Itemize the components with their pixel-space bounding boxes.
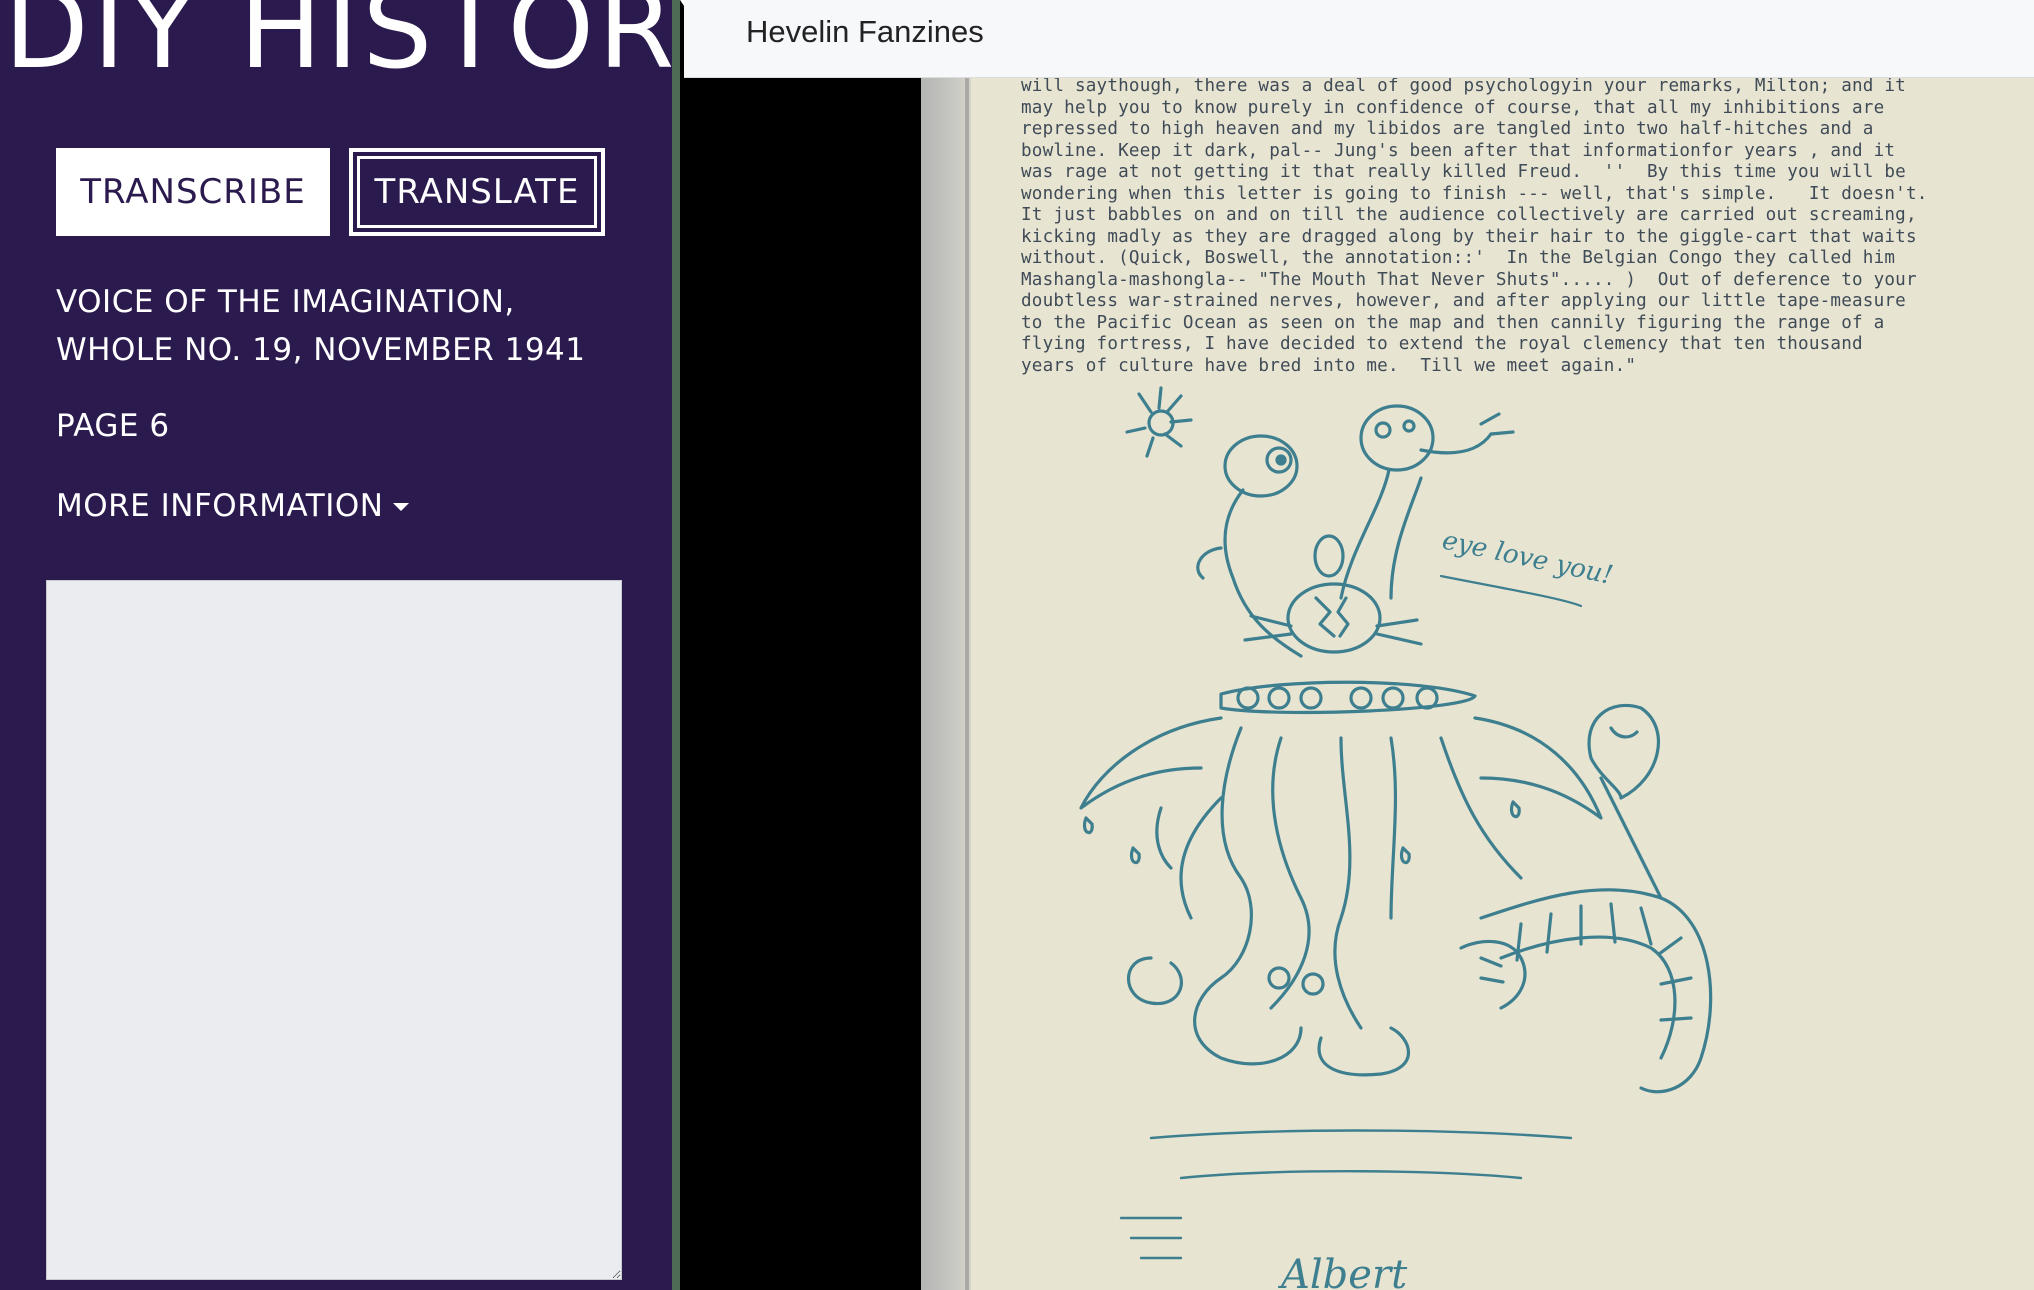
signature: Albert — [1277, 1252, 1408, 1290]
sidebar: DIY HISTORY TRANSCRIBE TRANSLATE VOICE O… — [0, 0, 739, 1290]
image-viewer[interactable]: will saythough, there was a deal of good… — [684, 78, 2034, 1290]
splash-mark — [1125, 386, 1193, 458]
ground-lines — [1119, 1129, 1573, 1260]
caption-underline — [1439, 574, 1583, 608]
collection-title[interactable]: Hevelin Fanzines — [746, 14, 984, 50]
eye-band — [1219, 680, 1477, 715]
caret-down-icon — [393, 503, 410, 511]
gesture-hand — [1459, 939, 1527, 1010]
more-information-dropdown[interactable]: MORE INFORMATION — [56, 488, 410, 524]
more-information-label: MORE INFORMATION — [56, 488, 384, 524]
site-logo[interactable]: DIY HISTORY — [4, 0, 743, 84]
translate-button[interactable]: TRANSLATE — [349, 148, 605, 236]
drips — [1083, 800, 1521, 865]
right-eye-creature — [1339, 404, 1515, 600]
transcribe-button[interactable]: TRANSCRIBE — [56, 148, 330, 236]
transcription-textarea[interactable] — [46, 580, 622, 1280]
cartoon-drawing: eye love you! Albert — [1079, 386, 1713, 1290]
page-number: PAGE 6 — [56, 408, 170, 444]
creature-feet — [1127, 956, 1411, 1077]
creature-tail — [1479, 703, 1713, 1094]
top-bar: Hevelin Fanzines — [684, 0, 2034, 78]
document-title: VOICE OF THE IMAGINATION, WHOLE NO. 19, … — [56, 284, 586, 368]
document-page-image[interactable]: will saythough, there was a deal of good… — [921, 78, 2034, 1290]
sidebar-divider[interactable] — [672, 0, 680, 1290]
